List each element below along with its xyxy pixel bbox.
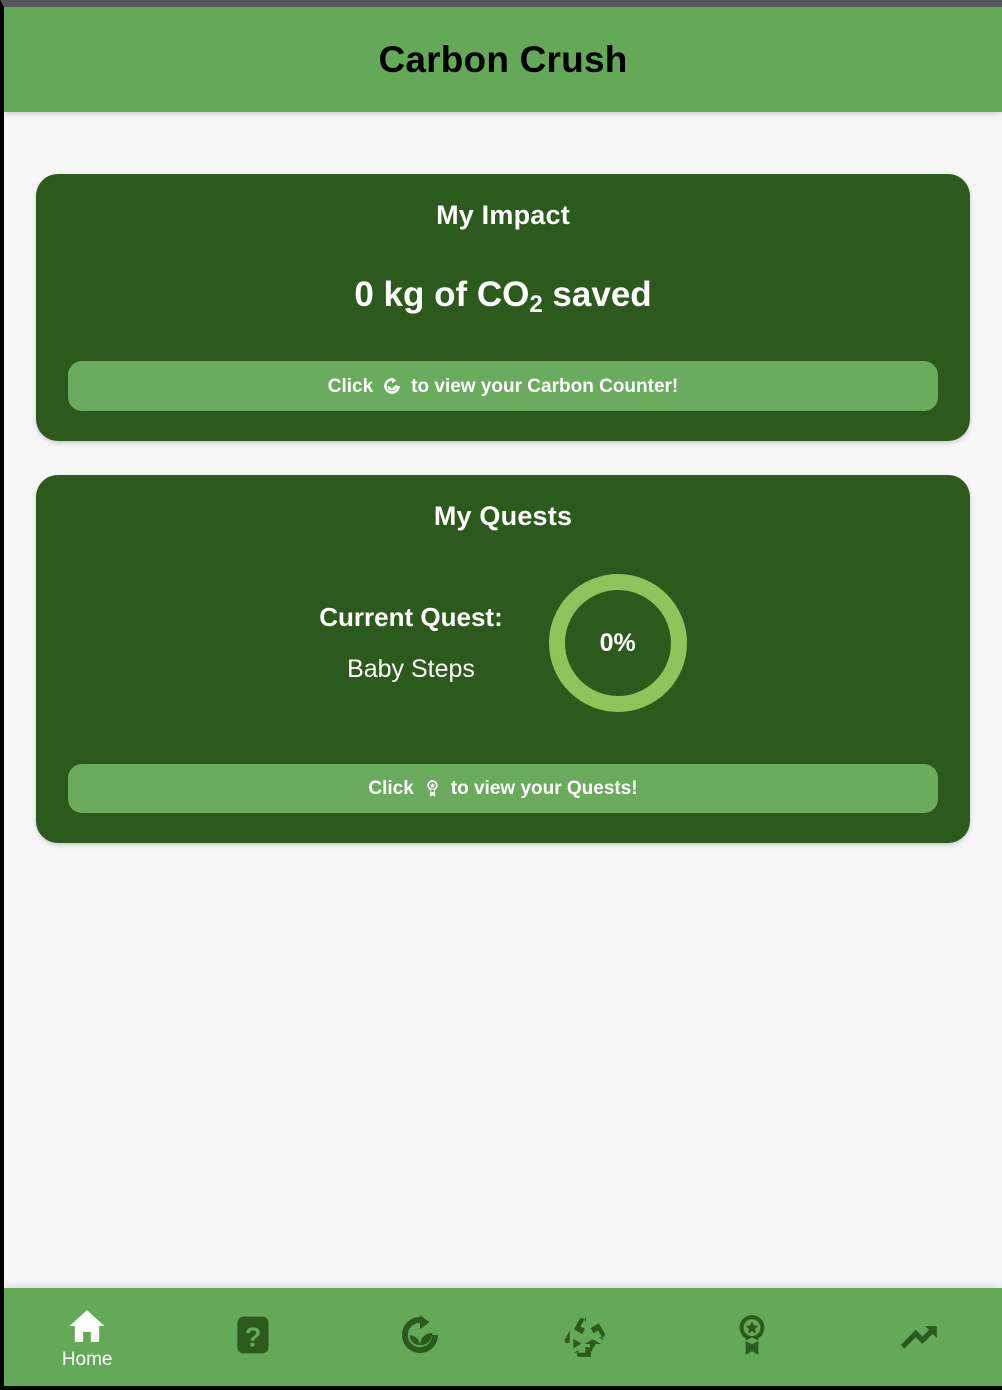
svg-text:?: ? (245, 1321, 262, 1352)
home-icon (65, 1306, 109, 1346)
my-impact-title: My Impact (436, 200, 570, 230)
view-quests-button[interactable]: Click to view your Quests! (68, 764, 938, 813)
my-impact-card: My Impact 0 kg of CO2 saved Click to vie… (36, 174, 970, 441)
recycle-icon (563, 1312, 609, 1358)
my-quests-title: My Quests (433, 501, 573, 531)
nav-item-home[interactable]: Home (27, 1306, 147, 1369)
nav-item-quests[interactable] (692, 1312, 812, 1362)
nav-item-carbon-counter[interactable] (360, 1312, 480, 1362)
co2-value-prefix: 0 kg of CO (354, 275, 530, 314)
award-badge-icon (423, 779, 442, 798)
co2-saved-value: 0 kg of CO2 saved (68, 275, 938, 318)
nav-item-stats[interactable] (859, 1312, 979, 1362)
carbon-counter-button-suffix: to view your Carbon Counter! (411, 375, 679, 397)
main-content: My Impact 0 kg of CO2 saved Click to vie… (4, 112, 1002, 1288)
quests-button-prefix: Click (368, 778, 414, 799)
leaf-recycle-icon (397, 1312, 443, 1358)
view-carbon-counter-button[interactable]: Click to view your Carbon Counter! (68, 361, 938, 411)
current-quest-label: Current Quest: (319, 602, 503, 632)
page-title: Carbon Crush (378, 38, 628, 80)
leaf-recycle-icon (382, 376, 402, 396)
quest-progress-ring: 0% (548, 574, 687, 712)
quests-button-content: Click to view your Quests! (368, 779, 637, 798)
nav-item-home-label: Home (61, 1348, 113, 1370)
award-badge-icon (729, 1312, 775, 1358)
my-quests-card: My Quests Current Quest: Baby Steps 0% C… (36, 475, 970, 843)
carbon-counter-button-prefix: Click (327, 375, 374, 397)
nav-item-help[interactable]: ? (193, 1313, 313, 1361)
co2-value-suffix: saved (542, 275, 652, 314)
question-mark-icon: ? (236, 1313, 270, 1357)
quest-summary: Current Quest: Baby Steps 0% (68, 574, 938, 712)
nav-item-recycle[interactable] (526, 1312, 646, 1362)
app-root: Carbon Crush My Impact 0 kg of CO2 saved… (0, 0, 1002, 1390)
quest-text-block: Current Quest: Baby Steps (319, 602, 502, 684)
co2-subscript: 2 (529, 291, 543, 318)
trending-up-icon (896, 1312, 942, 1358)
bottom-navigation-bar: Home ? (4, 1288, 1002, 1386)
current-quest-name: Baby Steps (347, 655, 475, 683)
app-header: Carbon Crush (4, 7, 1002, 112)
carbon-counter-button-content: Click to view your Carbon Counter! (328, 376, 679, 396)
quests-button-suffix: to view your Quests! (450, 778, 638, 799)
progress-percent-label: 0% (599, 628, 636, 657)
